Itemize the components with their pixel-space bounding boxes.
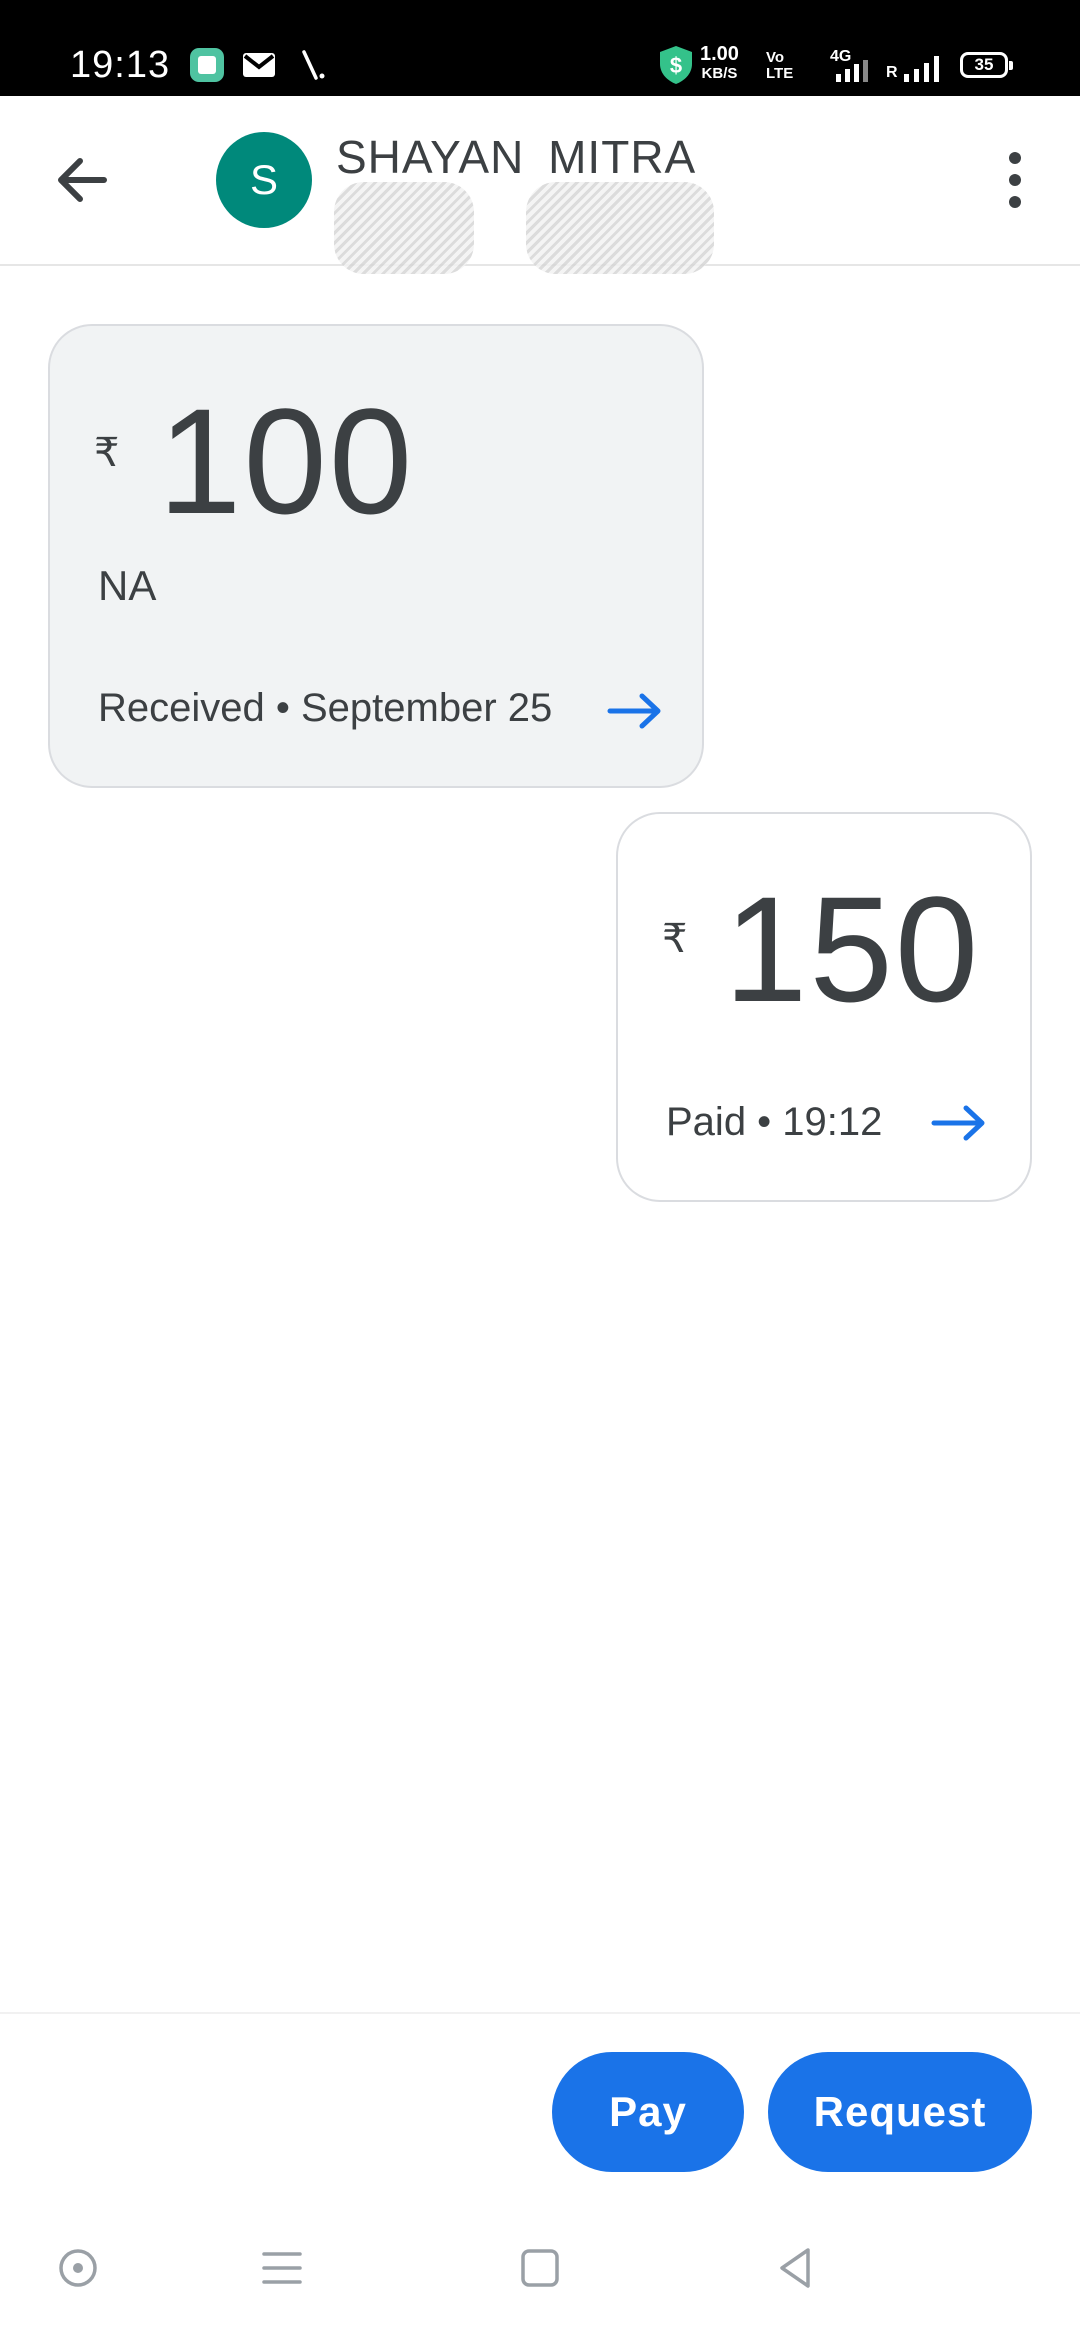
battery-icon: 35 [960,52,1013,78]
transaction-status: Received • September 25 [98,686,553,730]
redacted-region [526,182,714,274]
signal-icon [836,60,868,82]
home-square-icon[interactable] [516,2244,564,2292]
svg-text:$: $ [670,53,682,78]
recents-menu-icon[interactable] [258,2244,306,2292]
transaction-amount: 100 [158,377,415,545]
transaction-card-received[interactable]: ₹ 100 NA Received • September 25 [48,324,704,788]
avatar-letter: S [249,156,278,203]
more-vert-icon[interactable] [990,140,1040,220]
avatar[interactable]: S [216,132,312,228]
back-arrow-icon[interactable] [44,140,124,220]
redacted-region [334,182,474,274]
app-bar: S SHAYAN MITRA [0,96,1080,274]
contact-name[interactable]: SHAYAN MITRA [336,130,696,184]
transaction-card-paid[interactable]: ₹ 150 Paid • 19:12 [616,812,1032,1202]
transaction-status: Paid • 19:12 [666,1100,883,1144]
gmail-icon [243,53,275,77]
pay-button[interactable]: Pay [552,2052,744,2172]
arrow-right-icon[interactable] [930,1098,990,1148]
battery-level: 35 [974,55,994,74]
status-bar: 19:13 $ 1.00 KB/S Vo LTE 4G R 35 [0,0,1080,96]
network-speed-value: 1.00 [700,43,739,65]
transaction-note: NA [98,562,157,609]
network-speed: 1.00 KB/S [700,44,739,84]
assistant-dot-icon[interactable] [54,2244,102,2292]
stylus-icon [302,50,325,80]
vpn-shield-icon: $ [660,46,692,84]
currency-symbol: ₹ [662,917,688,961]
gallery-app-icon [190,48,224,82]
transaction-amount: 150 [724,865,981,1033]
network-speed-unit: KB/S [701,65,738,82]
currency-symbol: ₹ [94,431,120,475]
volte-indicator: Vo LTE [766,49,794,82]
action-divider [0,2012,1080,2014]
request-button[interactable]: Request [768,2052,1032,2172]
arrow-right-icon[interactable] [606,686,666,736]
back-triangle-icon[interactable] [772,2244,820,2292]
system-nav-bar [0,2196,1080,2340]
roaming-indicator: R [886,64,898,81]
status-time: 19:13 [70,44,171,86]
signal-icon [904,56,939,82]
